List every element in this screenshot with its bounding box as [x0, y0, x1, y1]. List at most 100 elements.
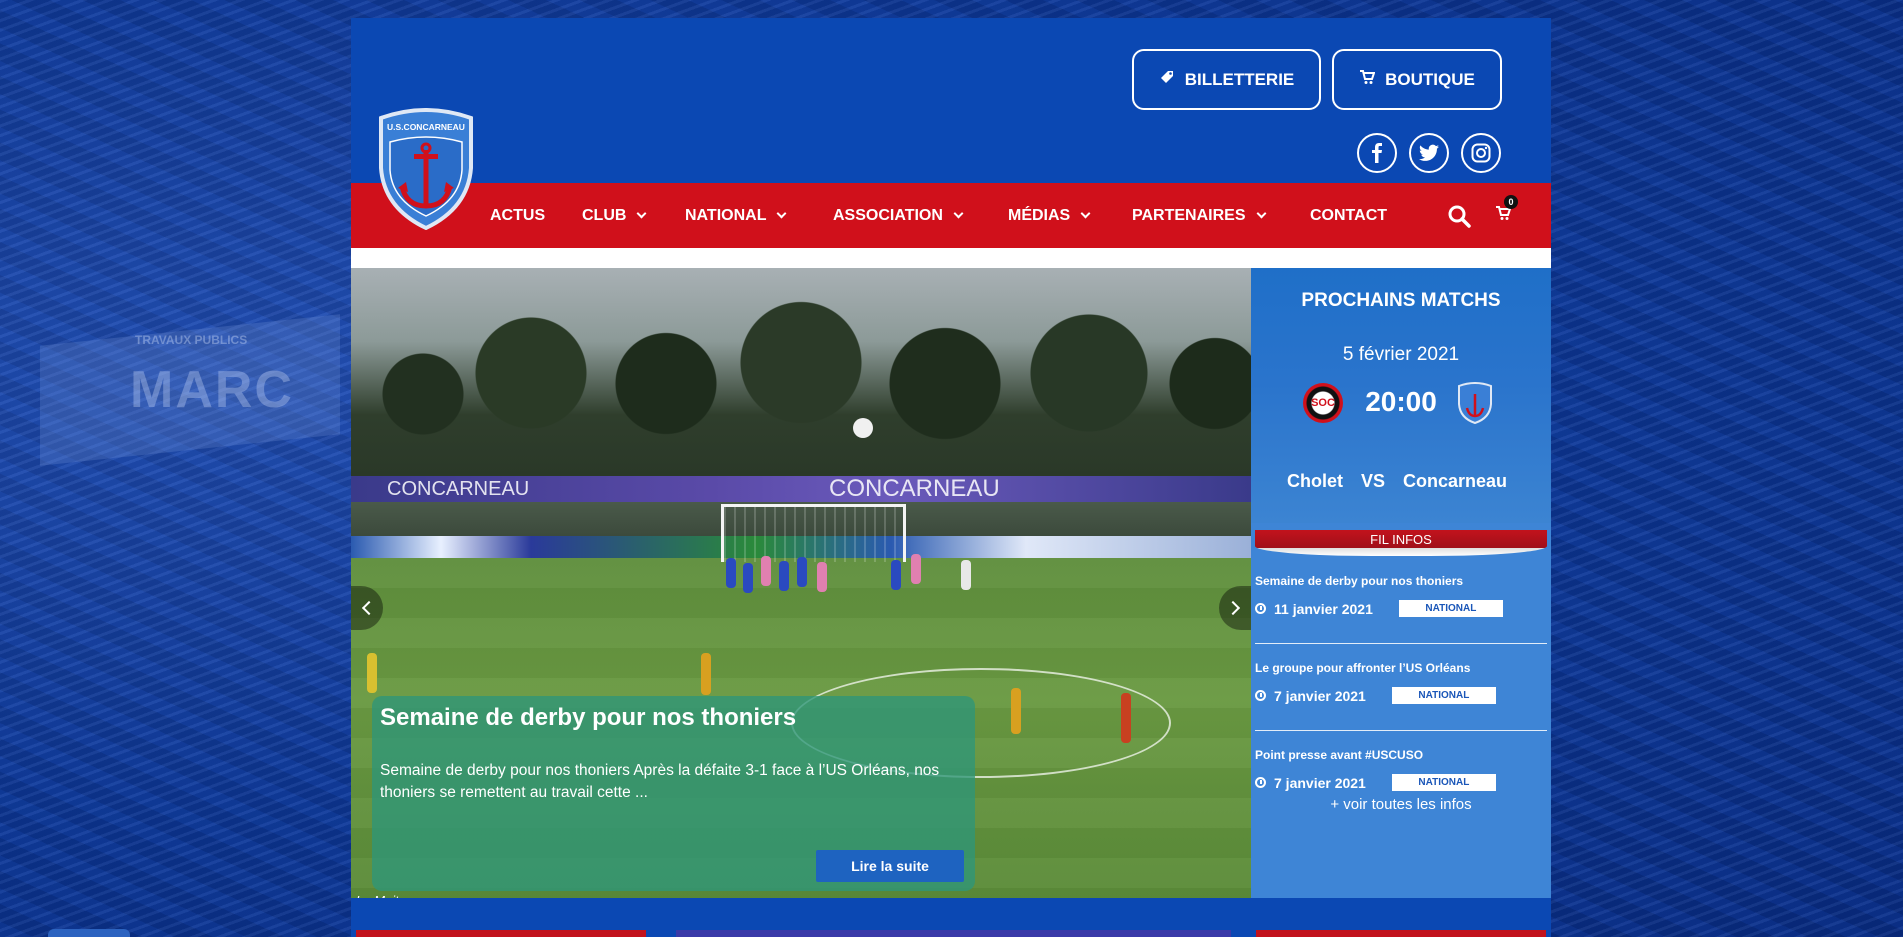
chevron-right-icon — [1225, 600, 1241, 616]
instagram-icon[interactable] — [1461, 133, 1501, 173]
hero-photo-player — [1011, 688, 1021, 734]
hero-caption: Semaine de derby pour nos thoniers Semai… — [372, 696, 975, 891]
next-match-panel: PROCHAINS MATCHS 5 février 2021 SOC 20:0… — [1251, 268, 1551, 523]
hero-photo-goal — [721, 504, 906, 562]
news-item: Point presse avant #USCUSO 7 janvier 202… — [1255, 748, 1547, 791]
stadium-banner: CONCARNEAU CONCARNEAU — [351, 475, 1251, 502]
header: BILLETTERIE BOUTIQUE — [351, 18, 1551, 183]
clock-icon — [1255, 777, 1266, 788]
boutique-button[interactable]: BOUTIQUE — [1332, 49, 1502, 110]
news-divider — [1255, 730, 1547, 731]
hero-photo-player — [726, 558, 736, 588]
sidebar: PROCHAINS MATCHS 5 février 2021 SOC 20:0… — [1251, 268, 1551, 898]
news-category-tag[interactable]: NATIONAL — [1398, 600, 1503, 617]
read-more-button[interactable]: Lire la suite — [816, 850, 964, 882]
see-all-news-link[interactable]: + voir toutes les infos — [1251, 796, 1551, 813]
nav-item-partenaires[interactable]: PARTENAIRES — [1132, 183, 1266, 248]
preview-card[interactable] — [1256, 930, 1546, 937]
chevron-down-icon — [953, 208, 964, 219]
cart-icon — [1359, 69, 1376, 90]
next-matches-title: PROCHAINS MATCHS — [1301, 290, 1501, 311]
nav-label: ACTUS — [490, 206, 546, 224]
cart-count-badge: 0 — [1504, 195, 1518, 209]
boutique-label: BOUTIQUE — [1385, 69, 1475, 89]
hero-photo-player — [761, 556, 771, 586]
hero-photo-player — [779, 561, 789, 591]
hero-photo-ball — [853, 418, 873, 438]
background-sign-small-text: TRAVAUX PUBLICS — [135, 333, 248, 347]
news-date: 7 janvier 2021 — [1274, 687, 1366, 704]
stadium-banner-center: CONCARNEAU — [829, 475, 1000, 502]
hero-title[interactable]: Semaine de derby pour nos thoniers — [380, 704, 796, 732]
hero-photo-player — [817, 562, 827, 592]
clock-icon — [1255, 690, 1266, 701]
versus-label: VS — [1361, 471, 1386, 491]
facebook-icon[interactable] — [1357, 133, 1397, 173]
nav-item-actus[interactable]: ACTUS — [490, 183, 545, 248]
hero-photo-player — [701, 653, 711, 695]
hero-photo-player — [961, 560, 971, 590]
chevron-down-icon — [777, 208, 787, 219]
stadium-banner-left: CONCARNEAU — [387, 477, 530, 500]
news-date: 7 janvier 2021 — [1274, 774, 1366, 791]
news-item: Semaine de derby pour nos thoniers 11 ja… — [1255, 574, 1547, 617]
hero-photo-player — [891, 560, 901, 590]
away-team-name: Concarneau — [1403, 471, 1508, 491]
news-meta: 7 janvier 2021 NATIONAL — [1255, 687, 1547, 704]
chevron-left-icon — [361, 600, 377, 616]
hero-photo-player — [743, 563, 753, 593]
nav-label: ASSOCIATION — [833, 206, 943, 224]
cookie-tab[interactable] — [48, 929, 130, 937]
header-spacer — [351, 248, 1551, 268]
news-divider — [1255, 643, 1547, 644]
site-container: BILLETTERIE BOUTIQUE U.S.CONCARNEAU ACTU… — [351, 18, 1551, 937]
hero-excerpt: Semaine de derby pour nos thoniers Après… — [380, 762, 940, 801]
nav-item-national[interactable]: NATIONAL — [685, 183, 787, 248]
news-title[interactable]: Semaine de derby pour nos thoniers — [1255, 574, 1547, 588]
news-title[interactable]: Point presse avant #USCUSO — [1255, 748, 1547, 762]
chevron-down-icon — [636, 208, 647, 219]
nav-item-association[interactable]: ASSOCIATION — [833, 183, 964, 248]
chevron-down-icon — [1256, 208, 1266, 219]
nav-label: CLUB — [582, 206, 627, 224]
billetterie-button[interactable]: BILLETTERIE — [1132, 49, 1321, 110]
billetterie-label: BILLETTERIE — [1184, 69, 1295, 89]
main-nav: ACTUS CLUB NATIONAL ASSOCIATION MÉDIAS P… — [351, 183, 1551, 248]
news-title[interactable]: Le groupe pour affronter l’US Orléans — [1255, 661, 1547, 675]
hero-photo-player — [1121, 693, 1131, 743]
clock-icon — [1255, 603, 1266, 614]
hero-photo-player — [367, 653, 377, 693]
nav-item-club[interactable]: CLUB — [582, 183, 647, 248]
chevron-down-icon — [1080, 208, 1091, 219]
nav-cart-button[interactable]: 0 — [1495, 183, 1518, 248]
hero-photo-trees — [351, 268, 1251, 478]
nav-label: MÉDIAS — [1008, 206, 1071, 224]
logo-text: U.S.CONCARNEAU — [387, 122, 465, 132]
home-team-name: Cholet — [1287, 471, 1343, 491]
preview-card[interactable] — [356, 930, 646, 937]
fil-infos-header: FIL INFOS — [1255, 530, 1547, 556]
hero-slider: CONCARNEAU CONCARNEAU Le Maitre Semaine … — [351, 268, 1251, 913]
news-meta: 11 janvier 2021 NATIONAL — [1255, 600, 1547, 617]
background-sign-text: MARC — [130, 361, 294, 419]
hero-photo-player — [797, 557, 807, 587]
preview-card[interactable] — [676, 930, 1231, 937]
hero-photo-player — [911, 554, 921, 584]
match-date: 5 février 2021 — [1342, 344, 1460, 365]
nav-item-medias[interactable]: MÉDIAS — [1008, 183, 1091, 248]
nav-label: NATIONAL — [685, 206, 767, 224]
away-team-logo — [1457, 382, 1493, 425]
news-meta: 7 janvier 2021 NATIONAL — [1255, 774, 1547, 791]
nav-label: CONTACT — [1310, 206, 1388, 224]
news-date: 11 janvier 2021 — [1274, 600, 1373, 617]
match-time: 20:00 — [1365, 386, 1437, 417]
nav-label: PARTENAIRES — [1132, 206, 1246, 224]
nav-item-contact[interactable]: CONTACT — [1310, 183, 1387, 248]
search-icon[interactable] — [1447, 183, 1471, 248]
club-logo[interactable]: U.S.CONCARNEAU — [376, 108, 476, 231]
cart-icon: 0 — [1495, 195, 1518, 226]
news-category-tag[interactable]: NATIONAL — [1391, 687, 1496, 704]
ticket-icon — [1159, 69, 1175, 90]
twitter-icon[interactable] — [1409, 133, 1449, 173]
news-category-tag[interactable]: NATIONAL — [1391, 774, 1496, 791]
